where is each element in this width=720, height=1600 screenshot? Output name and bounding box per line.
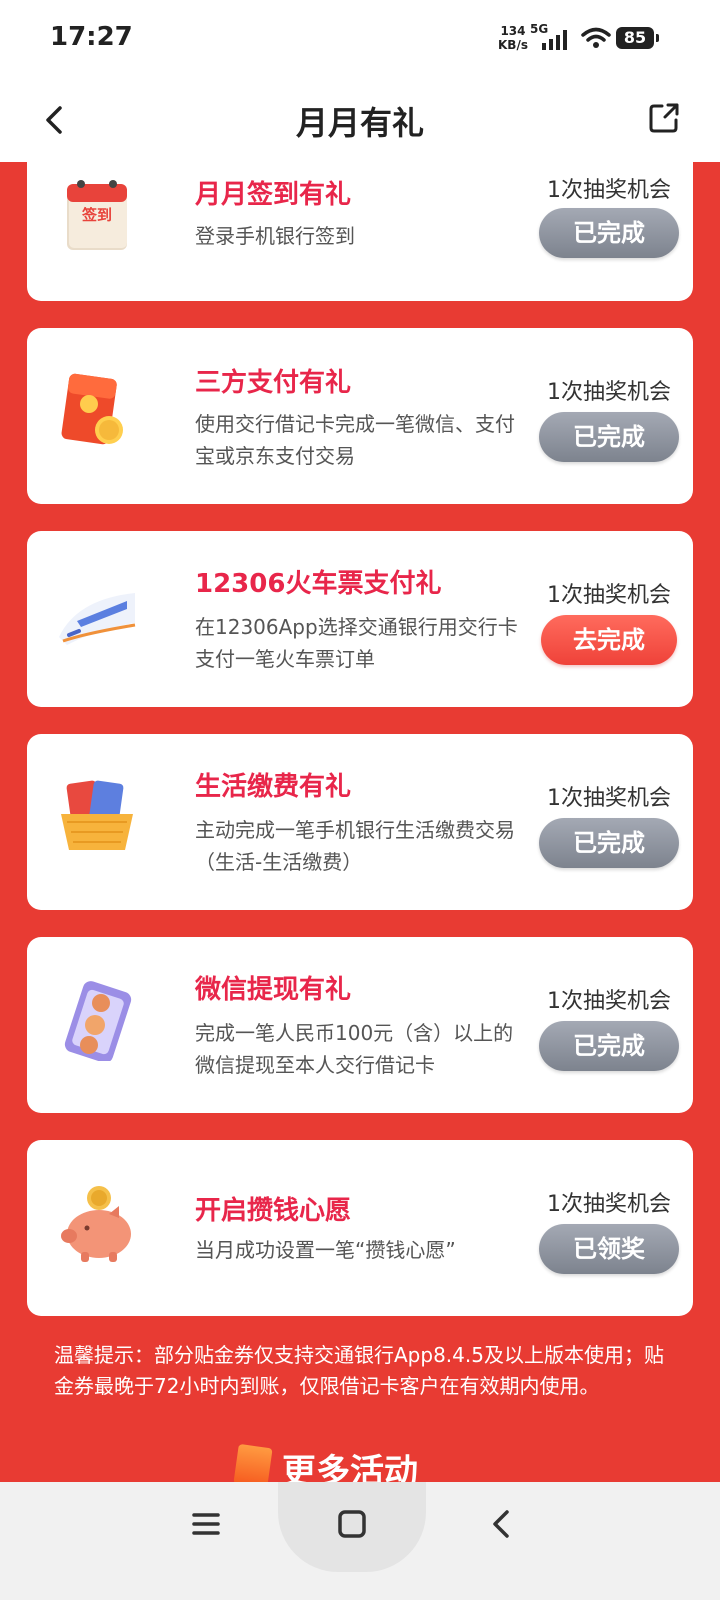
wifi-icon <box>581 27 611 48</box>
system-nav-bar <box>0 1482 720 1600</box>
lottery-chance: 1次抽奖机会 <box>547 786 671 811</box>
task-title: 月月签到有礼 <box>195 180 352 210</box>
network-speed-value: 134 <box>500 24 526 38</box>
go-complete-button[interactable]: 去完成 <box>541 615 677 665</box>
lottery-chance: 1次抽奖机会 <box>547 1192 671 1217</box>
task-desc: 主动完成一笔手机银行生活缴费交易（生活-生活缴费） <box>195 818 515 874</box>
warm-tip: 温馨提示：部分贴金券仅支持交通银行App8.4.5及以上版本使用；贴金券最晚于7… <box>54 1343 664 1398</box>
status-bar: 17:27 134 KB/s 5G 85 <box>0 0 720 80</box>
task-desc: 完成一笔人民币100元（含）以上的微信提现至本人交行借记卡 <box>195 1021 514 1077</box>
task-title: 开启攒钱心愿 <box>195 1196 352 1226</box>
calendar-label: 签到 <box>81 206 112 224</box>
task-card: 12306火车票支付礼 在12306App选择交通银行用交行卡支付一笔火车票订单… <box>27 531 693 707</box>
piggy-bank-icon <box>61 1186 131 1262</box>
share-icon[interactable] <box>648 102 680 134</box>
task-status-button[interactable]: 已完成 <box>539 208 679 258</box>
task-desc: 使用交行借记卡完成一笔微信、支付宝或京东支付交易 <box>195 412 515 468</box>
task-card: 微信提现有礼 完成一笔人民币100元（含）以上的微信提现至本人交行借记卡 1次抽… <box>27 937 693 1113</box>
task-card: 生活缴费有礼 主动完成一笔手机银行生活缴费交易（生活-生活缴费） 1次抽奖机会 … <box>27 734 693 910</box>
task-desc: 登录手机银行签到 <box>195 224 355 248</box>
sign-in-calendar-icon: 签到 <box>67 180 127 250</box>
page-title: 月月有礼 <box>295 104 424 142</box>
task-card: 签到 月月签到有礼 登录手机银行签到 1次抽奖机会 已完成 <box>27 160 693 301</box>
task-status-button[interactable]: 已完成 <box>539 412 679 462</box>
task-title: 生活缴费有礼 <box>195 772 352 802</box>
phone-coins-icon <box>64 981 132 1061</box>
red-envelope-icon <box>61 373 123 445</box>
home-square-icon[interactable] <box>332 1504 372 1544</box>
task-title: 微信提现有礼 <box>195 975 352 1005</box>
more-activities[interactable]: 更多活动 <box>233 1443 496 1492</box>
signal-icon <box>542 30 567 50</box>
lottery-chance: 1次抽奖机会 <box>547 178 671 203</box>
lottery-chance: 1次抽奖机会 <box>547 380 671 405</box>
menu-icon[interactable] <box>186 1504 226 1544</box>
nav-bar: 月月有礼 <box>0 80 720 162</box>
task-status-button[interactable]: 已领奖 <box>539 1224 679 1274</box>
task-title: 三方支付有礼 <box>195 368 352 398</box>
task-card: 开启攒钱心愿 当月成功设置一笔“攒钱心愿” 1次抽奖机会 已领奖 <box>27 1140 693 1316</box>
network-speed: 134 KB/s <box>498 24 528 52</box>
battery-indicator: 85 <box>616 27 659 49</box>
high-speed-train-icon <box>59 593 136 645</box>
task-status-button[interactable]: 已完成 <box>539 1021 679 1071</box>
task-desc: 当月成功设置一笔“攒钱心愿” <box>195 1238 456 1262</box>
lottery-chance: 1次抽奖机会 <box>547 989 671 1014</box>
card-basket-icon <box>61 780 133 850</box>
lottery-chance: 1次抽奖机会 <box>547 583 671 608</box>
task-desc: 在12306App选择交通银行用交行卡支付一笔火车票订单 <box>195 615 518 671</box>
task-title: 12306火车票支付礼 <box>195 569 442 599</box>
back-icon[interactable] <box>482 1504 522 1544</box>
network-speed-unit: KB/s <box>498 38 528 52</box>
status-time: 17:27 <box>50 22 133 52</box>
task-card: 三方支付有礼 使用交行借记卡完成一笔微信、支付宝或京东支付交易 1次抽奖机会 已… <box>27 328 693 504</box>
task-status-button[interactable]: 已完成 <box>539 818 679 868</box>
